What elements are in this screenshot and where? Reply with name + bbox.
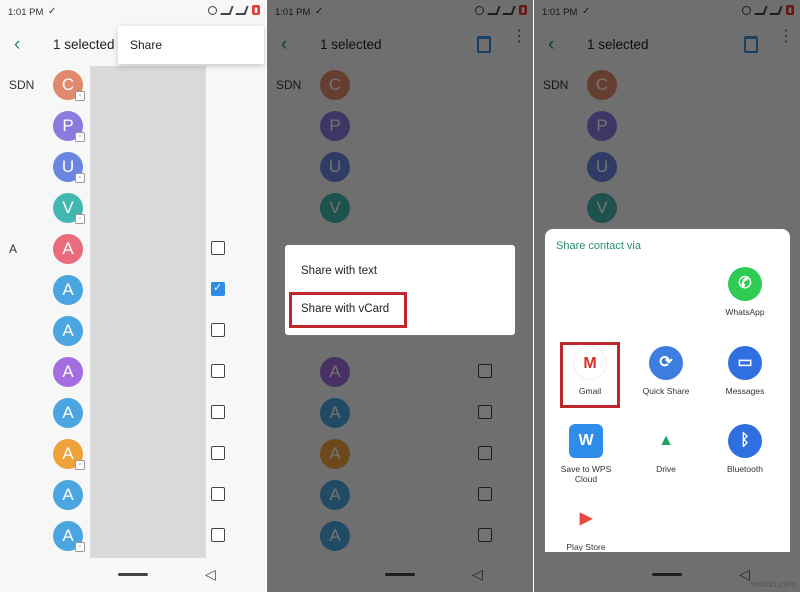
- select-checkbox-checked[interactable]: [211, 281, 225, 296]
- avatar: A: [53, 398, 83, 428]
- avatar: V ▫: [53, 193, 85, 224]
- list-item[interactable]: A ▫: [0, 435, 266, 476]
- avatar: A: [53, 316, 83, 346]
- quick-share-icon: ⟳: [649, 346, 683, 380]
- avatar: A: [53, 357, 83, 387]
- select-checkbox[interactable]: [211, 323, 225, 337]
- whatsapp-icon: ✆: [728, 267, 762, 301]
- avatar: A ▫: [53, 521, 85, 552]
- section-header: SDN: [9, 78, 35, 92]
- list-item[interactable]: A: [0, 394, 266, 435]
- avatar: A ▫: [53, 439, 85, 470]
- wps-cloud-icon: W: [569, 424, 603, 458]
- drive-icon: ▲: [649, 424, 683, 458]
- play-store-app[interactable]: ▶ Play Store: [550, 502, 622, 551]
- share-with-text-option[interactable]: Share with text: [301, 265, 377, 277]
- list-item[interactable]: A: [0, 312, 266, 353]
- wps-cloud-app[interactable]: W Save to WPS Cloud: [550, 424, 622, 484]
- messages-app[interactable]: ▭ Messages: [709, 346, 781, 396]
- sim-badge-icon: ▫: [75, 214, 85, 224]
- section-header: A: [9, 242, 18, 256]
- battery-icon: ▮: [252, 5, 260, 15]
- avatar: A: [53, 275, 83, 305]
- app-label: Messages: [725, 386, 765, 396]
- drive-app[interactable]: ▲ Drive: [630, 424, 702, 474]
- sim-badge-icon: ▫: [75, 542, 85, 552]
- app-label: Play Store: [566, 542, 606, 551]
- avatar: P ▫: [53, 111, 85, 142]
- avatar: U ▫: [53, 152, 85, 183]
- back-icon[interactable]: ‹: [14, 34, 20, 56]
- status-icons: ▮: [208, 5, 260, 15]
- app-label: Drive: [656, 464, 676, 474]
- messages-icon: ▭: [728, 346, 762, 380]
- select-checkbox[interactable]: [211, 487, 225, 501]
- app-label: WhatsApp: [725, 307, 765, 317]
- share-menu[interactable]: Share: [118, 26, 264, 64]
- list-item[interactable]: A: [0, 353, 266, 394]
- watermark: wsxdn.com: [750, 579, 796, 589]
- avatar: A: [53, 480, 83, 510]
- sim-badge-icon: ▫: [75, 132, 85, 142]
- sim-badge-icon: ▫: [75, 91, 85, 101]
- avatar: C ▫: [53, 70, 85, 101]
- status-time: 1:01 PM: [8, 7, 44, 18]
- status-bar: 1:01 PM ✓ ▮: [0, 0, 266, 24]
- list-item[interactable]: A ▫: [0, 517, 266, 558]
- select-checkbox[interactable]: [211, 241, 225, 255]
- select-checkbox[interactable]: [211, 446, 225, 460]
- list-item[interactable]: P ▫: [0, 107, 266, 148]
- check-icon: ✓: [48, 6, 57, 17]
- whatsapp-app[interactable]: ✆ WhatsApp: [709, 267, 781, 317]
- app-label: Quick Share: [642, 386, 690, 396]
- panel-1: 1:01 PM ✓ ▮ ‹ 1 selected SDN C ▫ P ▫ U ▫ V ▫…: [0, 0, 266, 592]
- select-checkbox[interactable]: [211, 405, 225, 419]
- bluetooth-icon: ᛒ: [728, 424, 762, 458]
- select-checkbox[interactable]: [211, 364, 225, 378]
- list-item[interactable]: A: [0, 476, 266, 517]
- play-store-icon: ▶: [569, 502, 603, 536]
- list-item[interactable]: U ▫: [0, 148, 266, 189]
- sim-badge-icon: ▫: [75, 460, 85, 470]
- signal-icon-2: [235, 5, 249, 15]
- list-item[interactable]: V ▫: [0, 189, 266, 230]
- bluetooth-app[interactable]: ᛒ Bluetooth: [709, 424, 781, 474]
- highlight-box: [289, 292, 407, 328]
- nav-bar: ◁: [0, 558, 266, 592]
- sim-badge-icon: ▫: [75, 173, 85, 183]
- list-item[interactable]: SDN C ▫: [0, 66, 266, 107]
- nav-back-icon[interactable]: ◁: [205, 566, 216, 583]
- contact-list: SDN C▫ P▫ U▫ V▫ A A A A A A: [0, 66, 266, 558]
- app-label: Bluetooth: [727, 464, 763, 474]
- share-format-menu: Share with text Share with vCard: [285, 245, 515, 335]
- share-sheet: Share contact via ✆ WhatsApp M Gmail ⟳ Q…: [545, 229, 790, 552]
- panel-3: 1:01 PM ✓ ▮ ‹ 1 selected ⋮ SDNC P U V ◁ …: [534, 0, 800, 592]
- alarm-icon: [208, 5, 218, 15]
- panel-2: 1:01 PM ✓ ▮ ‹ 1 selected ⋮ SDNC P U V A …: [267, 0, 533, 592]
- share-menu-item[interactable]: Share: [130, 38, 162, 52]
- list-item[interactable]: A: [0, 271, 266, 312]
- home-button[interactable]: [118, 573, 148, 576]
- app-label: Save to WPS Cloud: [560, 464, 612, 484]
- select-checkbox[interactable]: [211, 528, 225, 542]
- highlight-box: [560, 342, 620, 408]
- avatar: A: [53, 234, 83, 264]
- signal-icon: [220, 5, 234, 15]
- page-title: 1 selected: [53, 37, 115, 52]
- share-sheet-title: Share contact via: [556, 240, 641, 252]
- quick-share-app[interactable]: ⟳ Quick Share: [630, 346, 702, 396]
- list-item[interactable]: A A: [0, 230, 266, 271]
